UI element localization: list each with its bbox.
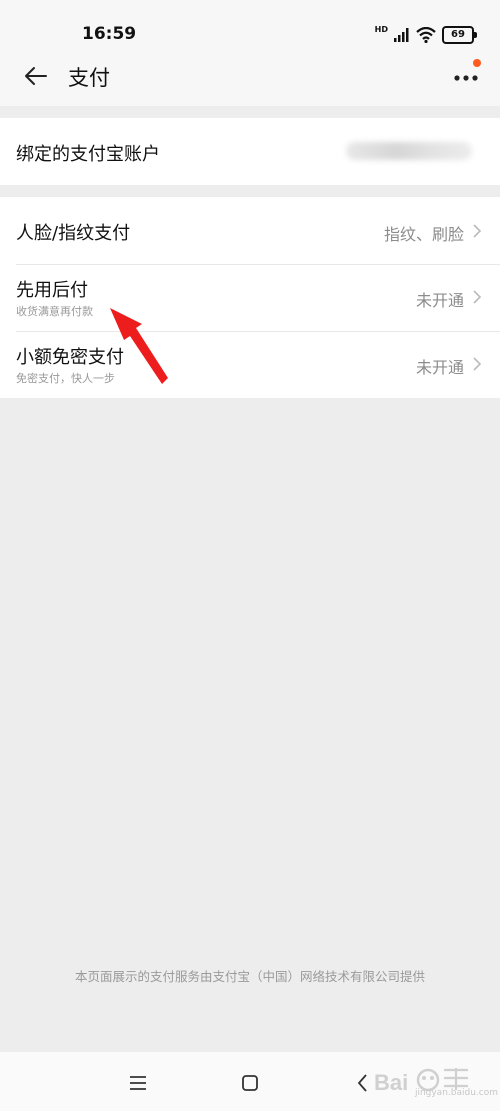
hd-label: HD bbox=[374, 24, 388, 34]
face-fingerprint-pay-row[interactable]: 人脸/指纹支付 指纹、刷脸 bbox=[0, 197, 500, 264]
page-title: 支付 bbox=[68, 66, 110, 90]
row-title: 人脸/指纹支付 bbox=[16, 223, 131, 244]
pay-later-row[interactable]: 先用后付 收货满意再付款 未开通 bbox=[0, 264, 500, 331]
row-value: 指纹、刷脸 bbox=[383, 225, 464, 244]
status-time: 16:59 bbox=[82, 24, 137, 44]
row-value: 未开通 bbox=[415, 291, 464, 310]
chevron-right-icon bbox=[473, 224, 482, 238]
small-password-free-pay-row[interactable]: 小额免密支付 免密支付，快人一步 未开通 bbox=[0, 331, 500, 398]
watermark-url: jingyan.baidu.com bbox=[414, 1088, 498, 1098]
cellular-signal-icon bbox=[394, 28, 409, 42]
row-subtitle: 收货满意再付款 bbox=[16, 305, 93, 318]
svg-text:Bai: Bai bbox=[374, 1070, 408, 1095]
top-nav-bar: 支付 bbox=[0, 48, 500, 106]
blurred-account-value bbox=[346, 142, 472, 160]
status-bar: 16:59 HD 69 bbox=[0, 0, 500, 48]
alipay-account-row[interactable]: 绑定的支付宝账户 bbox=[0, 118, 500, 185]
alipay-account-label: 绑定的支付宝账户 bbox=[16, 144, 160, 165]
menu-icon[interactable] bbox=[127, 1072, 149, 1094]
row-value: 未开通 bbox=[415, 358, 464, 377]
chevron-right-icon bbox=[473, 290, 482, 304]
chevron-right-icon bbox=[473, 357, 482, 371]
wifi-icon bbox=[416, 27, 436, 43]
back-arrow-icon[interactable] bbox=[22, 62, 50, 90]
row-title: 先用后付 bbox=[16, 280, 88, 301]
status-icons: HD 69 bbox=[374, 24, 477, 44]
provider-footnote: 本页面展示的支付服务由支付宝（中国）网络技术有限公司提供 bbox=[74, 969, 425, 984]
notification-dot bbox=[473, 59, 481, 67]
battery-indicator: 69 bbox=[442, 26, 477, 44]
payment-options-card: 人脸/指纹支付 指纹、刷脸 先用后付 收货满意再付款 未开通 小额免密支付 免密… bbox=[0, 197, 500, 398]
home-icon[interactable] bbox=[239, 1072, 261, 1094]
annotation-arrow-icon bbox=[110, 308, 168, 384]
more-options-icon[interactable] bbox=[452, 58, 482, 88]
alipay-account-card: 绑定的支付宝账户 bbox=[0, 118, 500, 185]
